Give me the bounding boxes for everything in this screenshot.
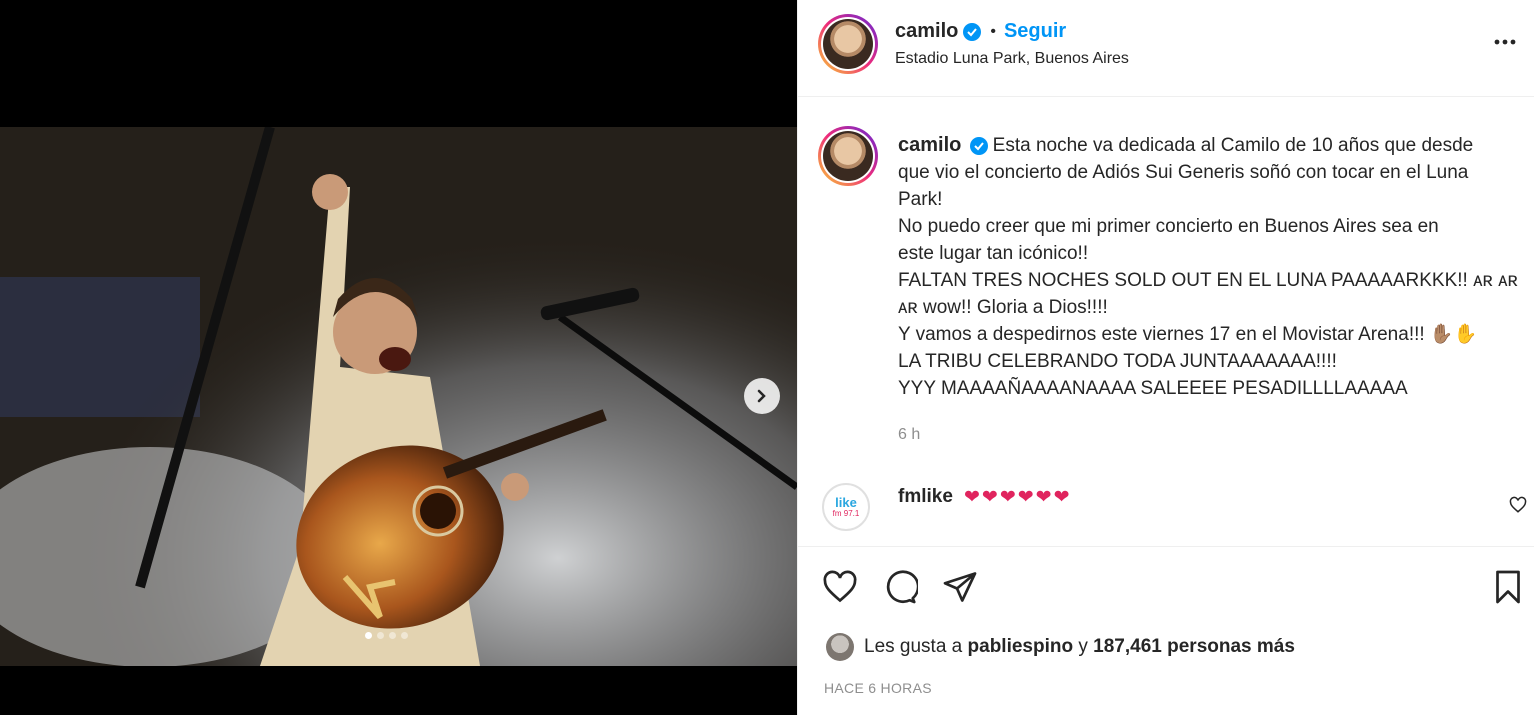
caption-line: Esta noche va dedicada al Camilo de 10 a… [992, 135, 1474, 156]
save-button[interactable] [1492, 569, 1524, 610]
chevron-right-icon [757, 389, 766, 403]
more-options-button[interactable] [1493, 30, 1517, 59]
carousel-dot [389, 632, 396, 639]
commenter-avatar[interactable]: like fm 97.1 [822, 483, 870, 531]
send-icon [943, 572, 977, 602]
caption-line: YYY MAAAAÑAAAANAAAA SALEEEE PESADILLLLAA… [898, 378, 1408, 399]
post-time[interactable]: 6 h [898, 426, 920, 444]
post-location[interactable]: Estadio Luna Park, Buenos Aires [895, 50, 1129, 68]
caption-avatar[interactable] [818, 126, 878, 186]
heart-icon [823, 570, 857, 603]
likes-prefix: Les gusta a [864, 636, 963, 657]
caption-line: FALTAN TRES NOCHES SOLD OUT EN EL LUNA P… [898, 270, 1518, 291]
carousel-dot [365, 632, 372, 639]
post-actions: Les gusta a pabliespino y 187,461 person… [798, 546, 1534, 716]
caption-line: Y vamos a despedirnos este viernes 17 en… [898, 324, 1478, 345]
caption-line: LA TRIBU CELEBRANDO TODA JUNTAAAAAAA!!!! [898, 351, 1337, 372]
bookmark-icon [1496, 570, 1520, 604]
post-header: camilo • Seguir Estadio Luna Park, Bueno… [798, 0, 1534, 97]
commenter-username[interactable]: fmlike [898, 486, 953, 508]
follow-button[interactable]: Seguir [1004, 20, 1066, 43]
concert-photo [0, 127, 797, 666]
carousel-dot [401, 632, 408, 639]
comment-icon [886, 570, 920, 604]
post-details-panel: camilo • Seguir Estadio Luna Park, Bueno… [797, 0, 1534, 715]
post-timestamp[interactable]: HACE 6 HORAS [824, 680, 932, 696]
post-caption: camilo Esta noche va dedicada al Camilo … [898, 132, 1523, 402]
carousel-indicator [365, 632, 408, 639]
comment-button[interactable] [882, 569, 920, 610]
logo-text: fm 97.1 [832, 509, 860, 518]
post-media [0, 0, 797, 715]
caption-line: este lugar tan icónico!! [898, 243, 1089, 264]
likes-count[interactable]: 187,461 personas más [1093, 636, 1295, 658]
liker-avatar[interactable] [826, 633, 854, 661]
verified-badge-icon [969, 136, 988, 155]
logo-text: like [835, 495, 857, 510]
verified-badge-icon [963, 22, 982, 41]
liker-username[interactable]: pabliespino [968, 636, 1074, 658]
carousel-dot [377, 632, 384, 639]
author-username[interactable]: camilo [895, 20, 958, 43]
caption-username[interactable]: camilo [898, 134, 961, 156]
likes-summary: Les gusta a pabliespino y 187,461 person… [826, 633, 1295, 661]
caption-line: No puedo creer que mi primer concierto e… [898, 216, 1439, 237]
share-button[interactable] [942, 569, 978, 610]
more-options-icon [1494, 39, 1516, 45]
like-button[interactable] [822, 569, 858, 610]
heart-icon [1509, 496, 1527, 513]
header-separator: • [990, 22, 996, 40]
author-avatar[interactable] [818, 14, 878, 74]
next-photo-button[interactable] [744, 378, 780, 414]
caption-line: que vio el concierto de Adiós Sui Generi… [898, 162, 1469, 183]
comment-text: ❤❤❤❤❤❤ [964, 487, 1072, 508]
comment-like-button[interactable] [1509, 496, 1527, 519]
comment-item: like fm 97.1 fmlike ❤❤❤❤❤❤ [798, 478, 1534, 538]
likes-conjunction: y [1078, 636, 1088, 657]
caption-line: ᴀʀ wow!! Gloria a Dios!!!! [898, 297, 1108, 318]
caption-line: Park! [898, 189, 943, 210]
